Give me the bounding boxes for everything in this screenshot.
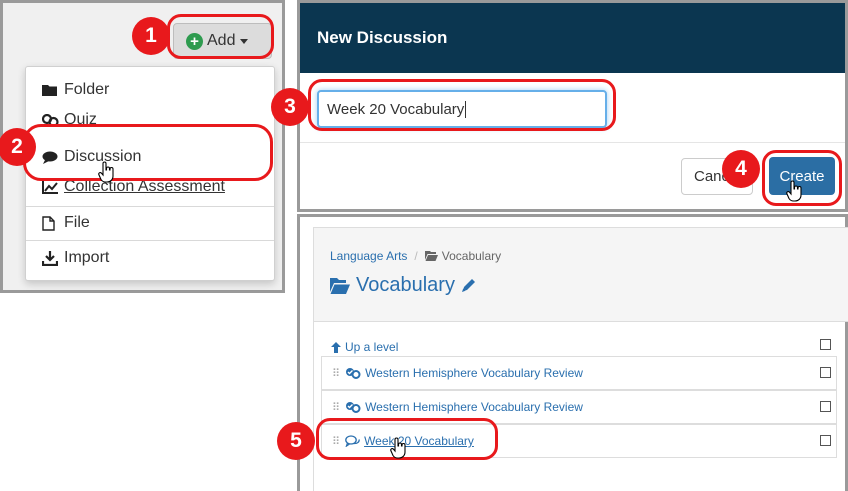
file-icon bbox=[42, 215, 60, 231]
import-icon bbox=[42, 250, 60, 266]
chart-icon bbox=[42, 180, 60, 194]
select-all-checkbox[interactable] bbox=[820, 339, 831, 350]
folder-title-text: Vocabulary bbox=[356, 274, 455, 296]
row-checkbox[interactable] bbox=[820, 367, 831, 378]
up-a-level-label: Up a level bbox=[345, 340, 399, 354]
highlight-discussion-item bbox=[23, 124, 273, 181]
menu-item-label: Folder bbox=[64, 81, 110, 98]
up-a-level-link[interactable]: Up a level bbox=[331, 340, 398, 354]
menu-divider bbox=[26, 206, 274, 207]
folder-title: Vocabulary bbox=[330, 274, 476, 297]
hand-cursor-icon bbox=[786, 180, 802, 202]
arrow-up-icon bbox=[331, 341, 341, 353]
breadcrumb-separator: / bbox=[414, 249, 418, 263]
folder-icon bbox=[42, 84, 60, 96]
row-checkbox[interactable] bbox=[820, 401, 831, 412]
list-item-link[interactable]: Western Hemisphere Vocabulary Review bbox=[365, 366, 583, 380]
list-item-link[interactable]: Western Hemisphere Vocabulary Review bbox=[365, 400, 583, 414]
hand-cursor-icon bbox=[98, 161, 114, 183]
drag-handle-icon[interactable]: ⠿ bbox=[332, 401, 340, 414]
pencil-icon[interactable] bbox=[461, 278, 476, 293]
folder-open-icon bbox=[330, 277, 350, 294]
menu-item-label: Import bbox=[64, 249, 110, 266]
row-checkbox[interactable] bbox=[820, 435, 831, 446]
step-badge-1: 1 bbox=[132, 17, 170, 55]
drag-handle-icon[interactable]: ⠿ bbox=[332, 367, 340, 380]
menu-item-folder[interactable]: Folder bbox=[26, 75, 274, 105]
menu-item-file[interactable]: File bbox=[26, 208, 274, 238]
modal-title: New Discussion bbox=[317, 28, 448, 47]
step-badge-4: 4 bbox=[722, 150, 760, 188]
folder-header: Language Arts / Vocabulary Vocabulary bbox=[314, 228, 848, 322]
breadcrumb-current: Vocabulary bbox=[441, 249, 502, 263]
folder-open-icon bbox=[424, 251, 438, 261]
list-item: ⠿ Western Hemisphere Vocabulary Review bbox=[321, 356, 837, 390]
highlight-title-input bbox=[308, 79, 616, 131]
quiz-icon bbox=[345, 367, 361, 379]
menu-item-import[interactable]: Import bbox=[26, 243, 274, 273]
hand-cursor-icon bbox=[390, 437, 406, 459]
quiz-icon bbox=[345, 401, 361, 413]
menu-divider bbox=[26, 240, 274, 241]
step-badge-3: 3 bbox=[271, 88, 309, 126]
breadcrumb: Language Arts / Vocabulary bbox=[330, 249, 501, 263]
breadcrumb-link-language-arts[interactable]: Language Arts bbox=[330, 249, 407, 263]
modal-footer-divider bbox=[300, 142, 845, 143]
modal-header: New Discussion bbox=[300, 3, 845, 73]
step-badge-5: 5 bbox=[277, 422, 315, 460]
menu-item-label: File bbox=[64, 214, 90, 231]
highlight-add-button bbox=[167, 14, 274, 59]
